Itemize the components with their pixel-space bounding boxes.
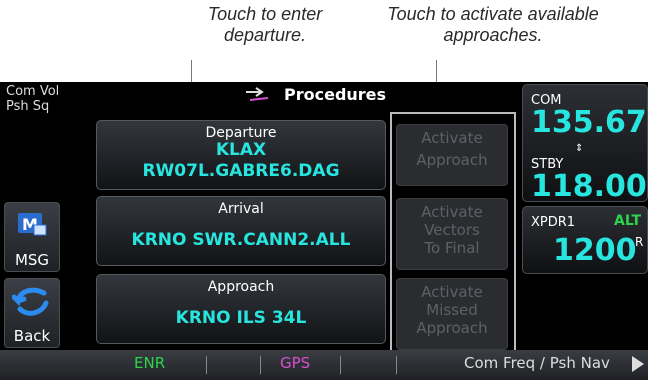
msg-label: MSG bbox=[14, 251, 50, 269]
xpdr-mode: ALT bbox=[614, 213, 641, 229]
departure-heading: Departure bbox=[205, 125, 277, 141]
back-arrow-icon bbox=[12, 287, 49, 316]
approach-button[interactable]: Approach KRNO ILS 34L bbox=[96, 274, 386, 344]
play-icon bbox=[632, 356, 644, 372]
procedures-screen: Com Vol Psh Sq M MSG Back Procedures Dep… bbox=[0, 82, 648, 380]
xpdr-code: 1200 bbox=[553, 233, 637, 268]
bottom-bar: ENR GPS Com Freq / Psh Nav bbox=[0, 350, 648, 380]
swap-icon: ⇕ bbox=[575, 143, 584, 154]
com-standby-frequency: 118.00 bbox=[531, 169, 647, 204]
com-freq-label[interactable]: Com Freq / Psh Nav bbox=[464, 354, 610, 372]
com-radio-box[interactable]: COM 135.67 ⇕ STBY 118.00 bbox=[522, 84, 648, 204]
xpdr-label: XPDR1 bbox=[531, 215, 576, 230]
arrival-procedure: KRNO SWR.CANN2.ALL bbox=[131, 230, 351, 250]
com-volume-label[interactable]: Com Vol Psh Sq bbox=[6, 84, 59, 114]
gps-softkey[interactable]: GPS bbox=[280, 354, 310, 372]
back-button[interactable]: Back bbox=[4, 278, 60, 348]
xpdr-box[interactable]: XPDR1 ALT 1200 R bbox=[522, 206, 648, 274]
procedures-icon bbox=[246, 87, 269, 101]
back-label: Back bbox=[13, 327, 51, 345]
arrival-button[interactable]: Arrival KRNO SWR.CANN2.ALL bbox=[96, 196, 386, 266]
xpdr-reply: R bbox=[635, 235, 644, 249]
page-title: Procedures bbox=[284, 85, 387, 104]
activate-highlight bbox=[390, 112, 516, 356]
approach-procedure: KRNO ILS 34L bbox=[175, 308, 307, 328]
messages-icon: M bbox=[18, 213, 47, 236]
departure-procedure: RW07L.GABRE6.DAG bbox=[142, 161, 340, 181]
arrival-heading: Arrival bbox=[218, 201, 264, 217]
enr-softkey[interactable]: ENR bbox=[134, 354, 165, 372]
approach-heading: Approach bbox=[207, 279, 275, 295]
departure-airport: KLAX bbox=[215, 140, 267, 160]
departure-button[interactable]: Departure KLAX RW07L.GABRE6.DAG bbox=[96, 120, 386, 190]
com-active-frequency: 135.67 bbox=[531, 105, 647, 140]
callout-departure: Touch to enter departure. bbox=[207, 4, 323, 45]
callout-activate: Touch to activate available approaches. bbox=[387, 4, 599, 45]
msg-button[interactable]: M MSG bbox=[4, 202, 60, 272]
